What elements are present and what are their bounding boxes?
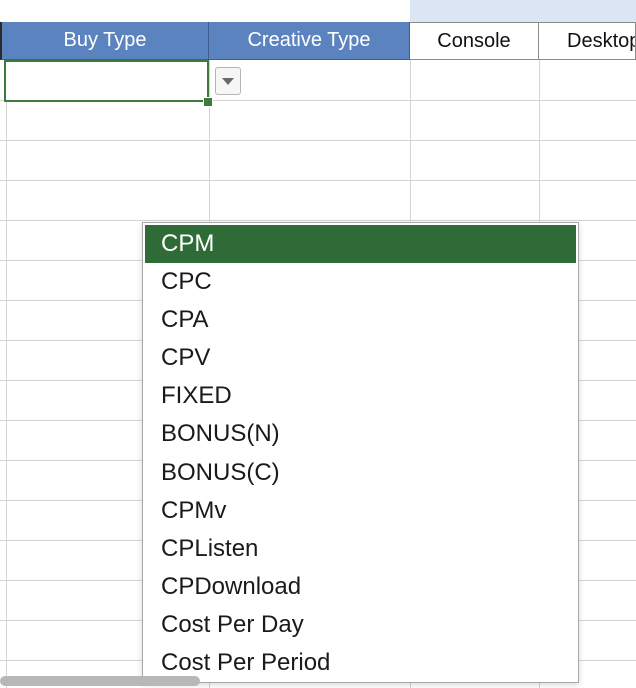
column-header-label: Console [437, 29, 511, 52]
column-header-buy-type[interactable]: Buy Type [0, 22, 209, 60]
dropdown-option[interactable]: FIXED [145, 377, 576, 415]
dropdown-option[interactable]: CPMv [145, 492, 576, 530]
fill-handle[interactable] [203, 97, 213, 107]
dropdown-option[interactable]: BONUS(N) [145, 415, 576, 453]
horizontal-scrollbar[interactable] [0, 676, 200, 686]
column-header-console[interactable]: Console [410, 22, 539, 60]
column-header-creative-type[interactable]: Creative Type [209, 22, 410, 60]
dropdown-option[interactable]: Cost Per Day [145, 606, 576, 644]
column-header-label: Buy Type [63, 29, 147, 51]
grid-line [6, 22, 7, 688]
dropdown-option[interactable]: Cost Per Period [145, 644, 576, 682]
validation-dropdown-button[interactable] [215, 67, 241, 95]
dropdown-option[interactable]: CPListen [145, 530, 576, 568]
dropdown-option[interactable]: CPDownload [145, 568, 576, 606]
active-cell-buy-type[interactable] [4, 60, 209, 102]
grid-line [0, 220, 636, 221]
chevron-down-icon [222, 77, 234, 85]
dropdown-option[interactable]: CPV [145, 339, 576, 377]
grid-line [0, 140, 636, 141]
column-header-desktop[interactable]: Desktop [539, 22, 636, 60]
column-header-label: Desktop [567, 29, 636, 52]
validation-dropdown-list: CPM CPC CPA CPV FIXED BONUS(N) BONUS(C) … [142, 222, 579, 683]
column-selection-band [410, 0, 636, 22]
column-header-label: Creative Type [247, 29, 371, 51]
column-header-row: Buy Type Creative Type Console Desktop [0, 22, 636, 60]
dropdown-option[interactable]: BONUS(C) [145, 454, 576, 492]
dropdown-option[interactable]: CPA [145, 301, 576, 339]
dropdown-option[interactable]: CPM [145, 225, 576, 264]
dropdown-option[interactable]: CPC [145, 263, 576, 301]
grid-line [0, 180, 636, 181]
